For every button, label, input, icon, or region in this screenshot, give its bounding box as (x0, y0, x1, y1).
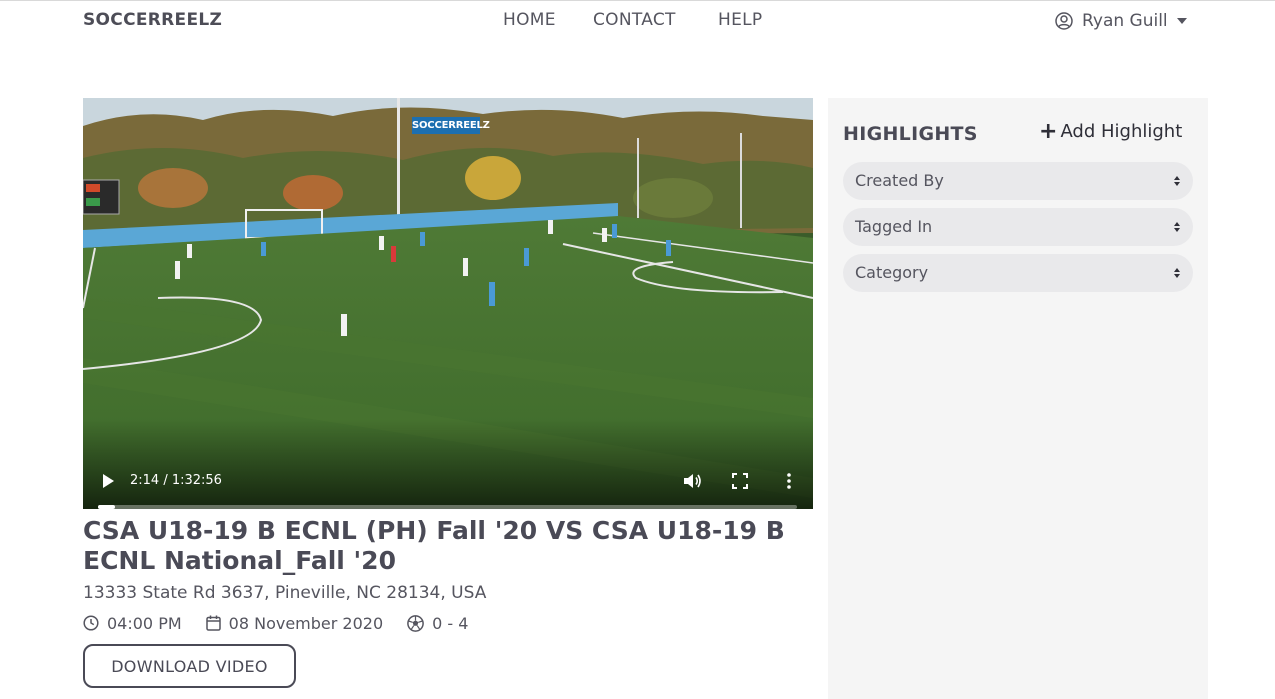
video-player[interactable]: SOCCERREELZ 2:14 / 1:32:56 (83, 98, 813, 509)
soccer-ball-icon (407, 614, 424, 632)
match-time-text: 04:00 PM (107, 613, 182, 633)
nav-home-link[interactable]: HOME (503, 10, 556, 30)
category-select[interactable]: Category (843, 254, 1193, 292)
video-controls-bar: 2:14 / 1:32:56 (83, 419, 813, 509)
highlights-title: HIGHLIGHTS (843, 123, 978, 145)
created-by-label: Created By (855, 171, 944, 190)
match-meta-row: 04:00 PM 08 November 2020 0 - 4 (83, 613, 492, 633)
highlights-panel: HIGHLIGHTS + Add Highlight Created By Ta… (828, 98, 1208, 699)
select-arrows-icon (1174, 176, 1180, 186)
download-video-button[interactable]: DOWNLOAD VIDEO (83, 644, 296, 688)
user-name: Ryan Guill (1082, 11, 1168, 31)
video-time-display: 2:14 / 1:32:56 (130, 473, 222, 488)
match-score: 0 - 4 (407, 614, 468, 633)
nav-help-link[interactable]: HELP (718, 10, 762, 30)
more-options-icon[interactable] (784, 472, 794, 490)
top-navbar: SOCCERREELZ HOME CONTACT HELP Ryan Guill (0, 0, 1275, 40)
match-date: 08 November 2020 (205, 613, 384, 633)
match-score-text: 0 - 4 (432, 613, 469, 633)
created-by-select[interactable]: Created By (843, 162, 1193, 200)
video-progress-bar[interactable] (98, 505, 797, 509)
match-time: 04:00 PM (83, 614, 182, 633)
calendar-icon (205, 615, 221, 631)
match-address: 13333 State Rd 3637, Pineville, NC 28134… (83, 583, 487, 603)
caret-down-icon (1176, 18, 1187, 24)
play-icon[interactable] (101, 473, 115, 489)
select-arrows-icon (1174, 268, 1180, 278)
select-arrows-icon (1174, 222, 1180, 232)
add-highlight-label: Add Highlight (1060, 121, 1183, 142)
plus-icon: + (1039, 118, 1058, 144)
tagged-in-label: Tagged In (855, 217, 933, 236)
video-progress-fill (98, 505, 115, 509)
match-date-text: 08 November 2020 (228, 613, 384, 633)
user-circle-icon (1055, 12, 1073, 30)
match-title: CSA U18-19 B ECNL (PH) Fall '20 VS CSA U… (83, 516, 785, 575)
add-highlight-button[interactable]: + Add Highlight (1039, 118, 1183, 144)
clock-icon (83, 615, 99, 631)
tagged-in-select[interactable]: Tagged In (843, 208, 1193, 246)
fullscreen-icon[interactable] (732, 473, 748, 489)
nav-contact-link[interactable]: CONTACT (593, 10, 676, 30)
user-menu-dropdown[interactable]: Ryan Guill (1055, 9, 1187, 33)
category-label: Category (855, 263, 929, 282)
volume-icon[interactable] (683, 472, 703, 490)
video-watermark: SOCCERREELZ (412, 117, 490, 134)
brand-logo-text[interactable]: SOCCERREELZ (83, 10, 222, 30)
